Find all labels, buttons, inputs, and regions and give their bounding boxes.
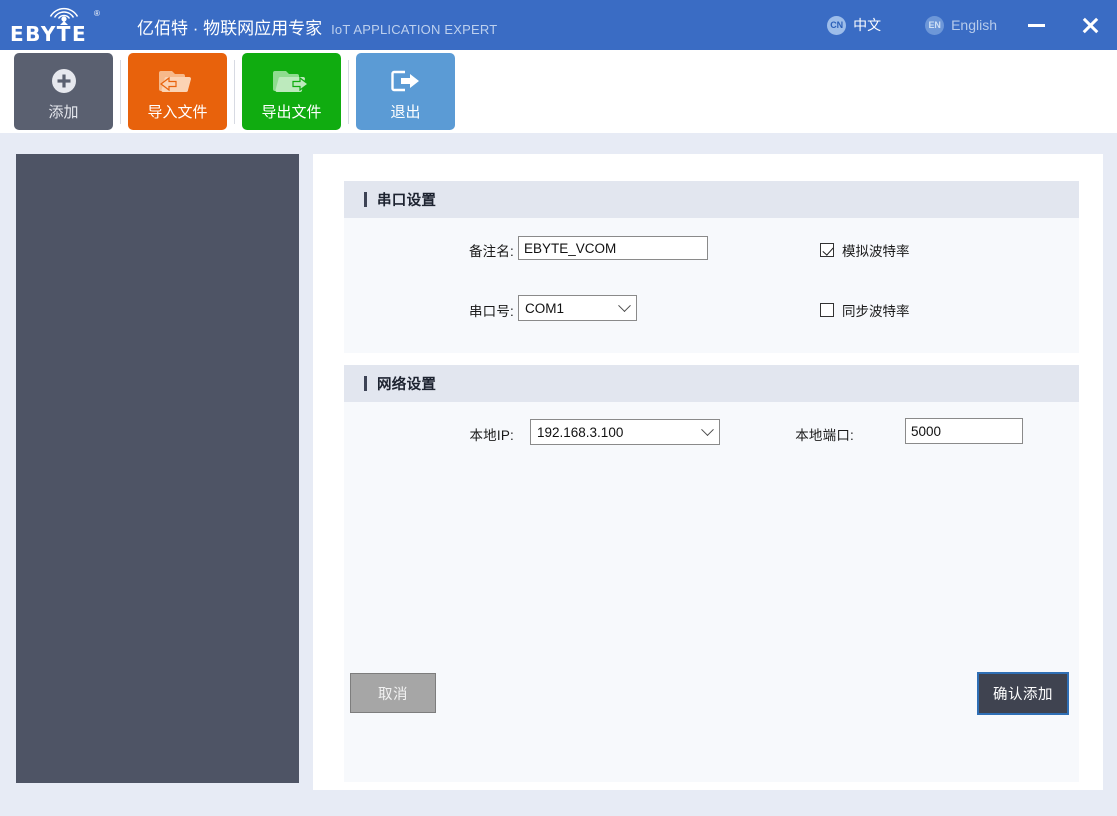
local-port-label: 本地端口: — [795, 428, 854, 443]
confirm-add-button[interactable]: 确认添加 — [977, 672, 1069, 715]
sync-baudrate-label: 同步波特率 — [842, 304, 910, 319]
toolbar-divider-1 — [120, 59, 121, 124]
toolbar-item-import-wrap: 导入文件 — [128, 50, 242, 133]
exit-button[interactable]: 退出 — [356, 53, 455, 130]
serial-settings-header: 串口设置 — [344, 181, 1079, 218]
en-badge-icon: EN — [925, 15, 945, 35]
plus-circle-icon — [49, 64, 79, 98]
section-accent-bar — [364, 376, 367, 391]
close-button[interactable] — [1063, 0, 1117, 50]
sync-baudrate-checkbox[interactable]: 同步波特率 — [820, 300, 910, 320]
language-option-english[interactable]: EN English — [925, 15, 997, 35]
import-file-button[interactable]: 导入文件 — [128, 53, 227, 130]
import-file-button-label: 导入文件 — [147, 103, 208, 121]
toolbar-item-add-wrap: 添加 — [14, 50, 128, 133]
checkbox-box-icon — [820, 243, 834, 257]
brand-name-cn: 亿佰特 · 物联网应用专家 — [137, 19, 323, 38]
local-ip-select[interactable]: 192.168.3.100 — [530, 419, 720, 445]
language-label-chinese: 中文 — [853, 17, 882, 33]
simulate-baudrate-checkbox[interactable]: 模拟波特率 — [820, 240, 910, 260]
section-accent-bar — [364, 192, 367, 207]
add-device-form-panel: 串口设置 备注名: 模拟波特率 串口号: COM1 同步波特率 网 — [313, 154, 1103, 790]
toolbar-item-export-wrap: 导出文件 — [242, 50, 356, 133]
network-settings-title: 网络设置 — [377, 377, 437, 393]
network-settings-header: 网络设置 — [344, 365, 1079, 402]
toolbar-divider-3 — [348, 59, 349, 124]
serial-settings-section: 串口设置 备注名: 模拟波特率 串口号: COM1 同步波特率 — [344, 181, 1079, 353]
minimize-icon — [1027, 23, 1045, 27]
simulate-baudrate-label: 模拟波特率 — [842, 244, 910, 259]
serial-port-row: 串口号: COM1 同步波特率 — [344, 280, 1079, 338]
exit-arrow-icon — [389, 64, 423, 98]
remark-name-label: 备注名: — [468, 244, 514, 259]
brand-tagline-en: IoT APPLICATION EXPERT — [331, 22, 498, 37]
exit-button-label: 退出 — [390, 103, 421, 121]
minimize-button[interactable] — [1009, 0, 1063, 50]
confirm-add-button-label: 确认添加 — [993, 687, 1053, 703]
main-toolbar: 添加 导入文件 导出文件 退出 — [0, 50, 1117, 133]
brand-wordmark: EBYTE — [10, 22, 88, 46]
export-file-button[interactable]: 导出文件 — [242, 53, 341, 130]
cancel-button-label: 取消 — [378, 686, 408, 703]
folder-import-icon — [158, 64, 197, 98]
title-bar: ® EBYTE 亿佰特 · 物联网应用专家 IoT APPLICATION EX… — [0, 0, 1117, 50]
add-button-label: 添加 — [48, 103, 79, 121]
toolbar-divider-2 — [234, 59, 235, 124]
cancel-button[interactable]: 取消 — [350, 673, 436, 713]
local-ip-label: 本地IP: — [469, 428, 514, 443]
language-label-english: English — [951, 17, 997, 33]
local-ip-value: 192.168.3.100 — [537, 424, 624, 440]
toolbar-item-exit-wrap: 退出 — [356, 50, 455, 133]
serial-port-value: COM1 — [525, 300, 565, 316]
ebyte-logo: ® EBYTE — [10, 6, 128, 50]
local-port-input[interactable] — [905, 418, 1023, 444]
close-icon — [1081, 16, 1100, 35]
add-button[interactable]: 添加 — [14, 53, 113, 130]
remark-name-row: 备注名: 模拟波特率 — [344, 218, 1079, 280]
folder-export-icon — [272, 64, 311, 98]
export-file-button-label: 导出文件 — [261, 103, 322, 121]
network-row: 本地IP: 192.168.3.100 本地端口: — [344, 402, 1079, 462]
serial-settings-title: 串口设置 — [377, 193, 437, 209]
window-controls — [1009, 0, 1117, 50]
language-option-chinese[interactable]: CN 中文 — [827, 15, 881, 35]
language-switcher: CN 中文 EN English — [827, 0, 997, 50]
remark-name-input[interactable] — [518, 236, 708, 260]
chevron-down-icon — [618, 298, 631, 312]
chevron-down-icon — [701, 422, 714, 436]
device-list-panel[interactable] — [16, 154, 299, 783]
network-settings-section: 网络设置 本地IP: 192.168.3.100 本地端口: 取消 确认添加 — [344, 365, 1079, 782]
cn-badge-icon: CN — [827, 15, 847, 35]
checkbox-box-icon — [820, 303, 834, 317]
brand-area: ® EBYTE 亿佰特 · 物联网应用专家 IoT APPLICATION EX… — [0, 0, 497, 50]
registered-mark: ® — [94, 9, 100, 18]
serial-port-label: 串口号: — [468, 304, 514, 319]
serial-port-select[interactable]: COM1 — [518, 295, 637, 321]
